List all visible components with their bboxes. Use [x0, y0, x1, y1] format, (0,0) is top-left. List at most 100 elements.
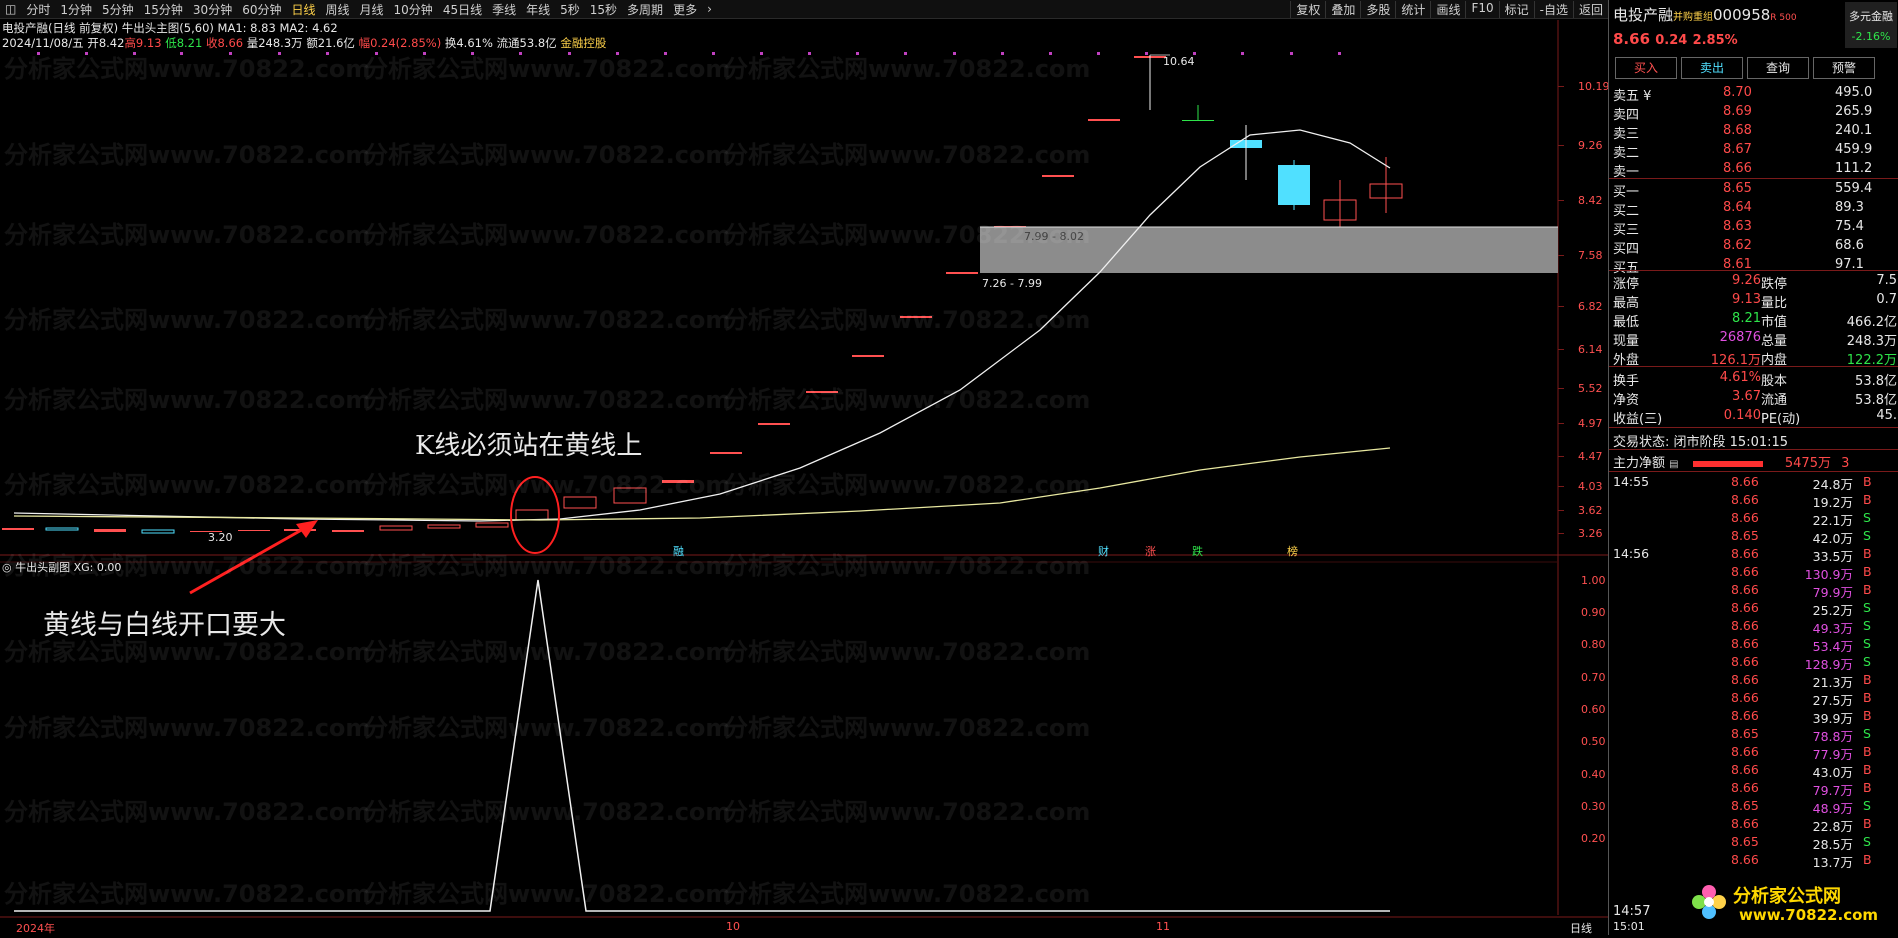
tick-row[interactable]: 8.66 25.2万 S	[1613, 600, 1898, 618]
bid-row[interactable]: 买二 8.64 89.3	[1613, 200, 1898, 219]
tick-row[interactable]: 8.66 19.2万 B	[1613, 492, 1898, 510]
tick-row[interactable]: 8.66 130.9万 B	[1613, 564, 1898, 582]
tick-volume: 28.5万	[1812, 837, 1853, 852]
tick-row[interactable]: 8.65 42.0万 S	[1613, 528, 1898, 546]
tick-row[interactable]: 8.66 22.1万 S	[1613, 510, 1898, 528]
tick-price: 8.66	[1731, 654, 1759, 669]
tick-time-label: 14:57	[1613, 904, 1651, 919]
toolbar-action[interactable]: 标记	[1498, 0, 1534, 18]
bid-row[interactable]: 买一 8.65 559.4	[1613, 181, 1898, 200]
bid-price: 8.63	[1723, 219, 1752, 234]
tick-time-label2: 15:01	[1613, 920, 1645, 933]
tick-volume: 79.9万	[1812, 585, 1853, 600]
ask-row[interactable]: 卖一 8.66 111.2	[1613, 161, 1898, 180]
toolbar-action[interactable]: 返回	[1572, 0, 1608, 18]
tick-row[interactable]: 14:56 8.66 33.5万 B	[1613, 546, 1898, 564]
toolbar-action[interactable]: F10	[1465, 0, 1498, 18]
period-tab[interactable]: 15分钟	[139, 1, 188, 18]
period-tab[interactable]: 多周期	[622, 1, 668, 18]
period-indicator[interactable]: 日线	[1570, 920, 1592, 936]
sub-tick: 0.30	[1581, 800, 1606, 813]
period-tab[interactable]: 15秒	[585, 1, 622, 18]
stat-row: 最低 8.21 市值 466.2亿	[1613, 311, 1898, 330]
period-tab[interactable]: 季线	[487, 1, 521, 18]
marker-rong[interactable]: 融	[673, 543, 684, 559]
sub-toggle-icon[interactable]: ◎	[2, 561, 15, 574]
tick-price: 8.65	[1731, 726, 1759, 741]
tick-volume: 79.7万	[1812, 783, 1853, 798]
tick-row[interactable]: 8.66 79.9万 B	[1613, 582, 1898, 600]
period-tab[interactable]: 1分钟	[55, 1, 97, 18]
tick-row[interactable]: 8.66 53.4万 S	[1613, 636, 1898, 654]
candle	[806, 391, 838, 393]
tick-row[interactable]: 14:55 8.66 24.8万 B	[1613, 474, 1898, 492]
signal-dot	[808, 52, 811, 55]
period-tab[interactable]: 5秒	[555, 1, 585, 18]
ask-row[interactable]: 卖二 8.67 459.9	[1613, 142, 1898, 161]
tick-row[interactable]: 8.65 78.8万 S	[1613, 726, 1898, 744]
tick-side: B	[1863, 852, 1872, 867]
bid-row[interactable]: 买四 8.62 68.6	[1613, 238, 1898, 257]
ask-label: 卖四	[1613, 108, 1640, 123]
toolbar-action[interactable]: 多股	[1360, 0, 1395, 18]
period-tab[interactable]: 45日线	[438, 1, 487, 18]
ask-row[interactable]: 卖四 8.69 265.9	[1613, 104, 1898, 123]
layout-icon[interactable]: ◫	[0, 2, 21, 16]
stat-value2: 248.3万	[1846, 334, 1897, 349]
period-tab[interactable]: 5分钟	[97, 1, 139, 18]
tick-price: 8.66	[1731, 762, 1759, 777]
bid-row[interactable]: 买三 8.63 75.4	[1613, 219, 1898, 238]
period-tab[interactable]: 月线	[355, 1, 389, 18]
tick-row[interactable]: 8.66 49.3万 S	[1613, 618, 1898, 636]
period-tab[interactable]: 日线	[286, 1, 320, 18]
stat-row: 换手 4.61% 股本 53.8亿	[1613, 370, 1898, 389]
stat-key: 换手	[1613, 374, 1640, 389]
period-tab[interactable]: 60分钟	[237, 1, 286, 18]
period-tab[interactable]: 更多	[668, 1, 702, 18]
sell-button[interactable]: 卖出	[1681, 57, 1743, 79]
marker-die[interactable]: 跌	[1192, 543, 1203, 559]
stat-key2: 股本	[1761, 374, 1788, 389]
tick-row[interactable]: 8.66 79.7万 B	[1613, 780, 1898, 798]
tick-row[interactable]: 8.66 77.9万 B	[1613, 744, 1898, 762]
tick-row[interactable]: 8.66 39.9万 B	[1613, 708, 1898, 726]
stat-key: 现量	[1613, 334, 1640, 349]
buy-button[interactable]: 买入	[1615, 57, 1677, 79]
tick-row[interactable]: 8.66 13.7万 B	[1613, 852, 1898, 870]
period-tab[interactable]: 周线	[321, 1, 355, 18]
query-button[interactable]: 查询	[1747, 57, 1809, 79]
toolbar-action[interactable]: 统计	[1395, 0, 1430, 18]
period-tab[interactable]: 分时	[21, 1, 55, 18]
period-tab[interactable]: 30分钟	[188, 1, 237, 18]
marker-bang[interactable]: 榜	[1287, 543, 1298, 559]
signal-dot	[856, 52, 859, 55]
sub-tick: 1.00	[1581, 574, 1606, 587]
bid-volume: 68.6	[1835, 238, 1864, 253]
main-flow-icon[interactable]: ▤	[1669, 459, 1678, 470]
tick-row[interactable]: 8.66 22.8万 B	[1613, 816, 1898, 834]
ask-row[interactable]: 卖三 8.68 240.1	[1613, 123, 1898, 142]
chevron-right-icon[interactable]: ›	[702, 2, 717, 16]
tick-row[interactable]: 8.66 128.9万 S	[1613, 654, 1898, 672]
ask-volume: 459.9	[1835, 142, 1873, 157]
tick-side: S	[1863, 798, 1871, 813]
marker-cai[interactable]: 财	[1098, 543, 1109, 559]
price-chart[interactable]	[0, 20, 1608, 935]
tick-row[interactable]: 8.65 48.9万 S	[1613, 798, 1898, 816]
period-tab[interactable]: 年线	[521, 1, 555, 18]
low-label: 3.20	[208, 531, 233, 544]
main-flow-bar	[1692, 460, 1763, 467]
alert-button[interactable]: 预警	[1813, 57, 1875, 79]
tick-row[interactable]: 8.66 43.0万 B	[1613, 762, 1898, 780]
tick-row[interactable]: 8.65 28.5万 S	[1613, 834, 1898, 852]
period-tab[interactable]: 10分钟	[389, 1, 438, 18]
toolbar-action[interactable]: 画线	[1430, 0, 1465, 18]
brand-url: www.70822.com	[1739, 906, 1879, 924]
marker-zhang[interactable]: 涨	[1145, 543, 1156, 559]
toolbar-action[interactable]: 复权	[1290, 0, 1325, 18]
toolbar-action[interactable]: 叠加	[1325, 0, 1360, 18]
tick-row[interactable]: 8.66 21.3万 B	[1613, 672, 1898, 690]
ask-row[interactable]: 卖五 ¥ 8.70 495.0	[1613, 85, 1898, 104]
toolbar-action[interactable]: -自选	[1533, 0, 1573, 18]
tick-row[interactable]: 8.66 27.5万 B	[1613, 690, 1898, 708]
